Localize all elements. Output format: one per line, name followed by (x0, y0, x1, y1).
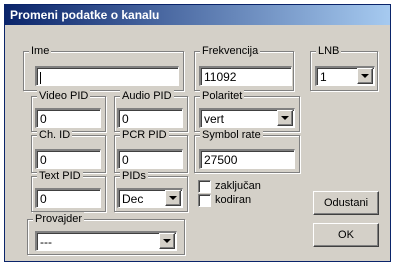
audio-pid-group: Audio PID 0 (114, 89, 188, 132)
pcr-pid-input[interactable]: 0 (117, 149, 183, 169)
chevron-down-icon[interactable] (277, 110, 293, 126)
provajder-value: --- (35, 231, 177, 251)
pids-label: PIDs (120, 169, 148, 183)
video-pid-group: Video PID 0 (31, 89, 106, 132)
pcr-pid-label: PCR PID (120, 128, 169, 142)
checkbox-box[interactable] (198, 179, 211, 193)
polaritet-label: Polaritet (200, 89, 245, 103)
text-caret (40, 71, 41, 84)
audio-pid-input[interactable]: 0 (117, 108, 183, 128)
text-pid-label: Text PID (37, 169, 83, 183)
chevron-down-icon[interactable] (357, 68, 373, 84)
lnb-label: LNB (316, 44, 342, 58)
symbol-rate-label: Symbol rate (200, 128, 263, 142)
dialog-window: Promeni podatke o kanalu Ime Frekvencija… (4, 4, 391, 262)
pcr-pid-group: PCR PID 0 (114, 128, 188, 173)
window-title: Promeni podatke o kanalu (10, 8, 160, 22)
kodiran-checkbox[interactable]: kodiran (198, 193, 251, 207)
ok-button[interactable]: OK (313, 223, 379, 247)
ch-id-label: Ch. ID (37, 128, 73, 142)
kodiran-label: kodiran (215, 194, 252, 206)
zakljucan-label: zaključan (215, 180, 261, 192)
chevron-down-icon[interactable] (159, 233, 175, 249)
ime-group: Ime (23, 44, 184, 91)
pids-group: PIDs Dec (114, 169, 188, 212)
video-pid-label: Video PID (37, 89, 91, 103)
provajder-label: Provajder (33, 212, 85, 226)
checkbox-box[interactable] (198, 193, 211, 207)
text-pid-group: Text PID 0 (31, 169, 106, 212)
frekvencija-group: Frekvencija 11092 (194, 44, 294, 91)
polaritet-group: Polaritet vert (194, 89, 300, 132)
text-pid-input[interactable]: 0 (35, 188, 101, 208)
ch-id-group: Ch. ID 0 (31, 128, 106, 173)
frekvencija-label: Frekvencija (200, 44, 261, 58)
video-pid-input[interactable]: 0 (35, 108, 101, 128)
provajder-group: Provajder --- (27, 212, 185, 255)
cancel-button[interactable]: Odustani (313, 191, 379, 215)
audio-pid-label: Audio PID (120, 89, 174, 103)
zakljucan-checkbox[interactable]: zaključan (198, 179, 261, 193)
lnb-combo[interactable]: 1 (315, 66, 375, 86)
symbol-rate-group: Symbol rate 27500 (194, 128, 300, 173)
ime-input[interactable] (35, 66, 179, 86)
frekvencija-input[interactable]: 11092 (199, 66, 292, 86)
chevron-down-icon[interactable] (165, 190, 181, 206)
lnb-group: LNB 1 (310, 44, 378, 91)
symbol-rate-input[interactable]: 27500 (199, 149, 295, 169)
dialog-client: Ime Frekvencija 11092 LNB 1 Video PID 0 … (5, 25, 390, 261)
provajder-combo[interactable]: --- (35, 231, 177, 251)
ime-label: Ime (29, 44, 52, 58)
polaritet-combo[interactable]: vert (199, 108, 295, 128)
ch-id-input[interactable]: 0 (35, 149, 101, 169)
title-bar: Promeni podatke o kanalu (5, 5, 390, 25)
pids-combo[interactable]: Dec (117, 188, 183, 208)
